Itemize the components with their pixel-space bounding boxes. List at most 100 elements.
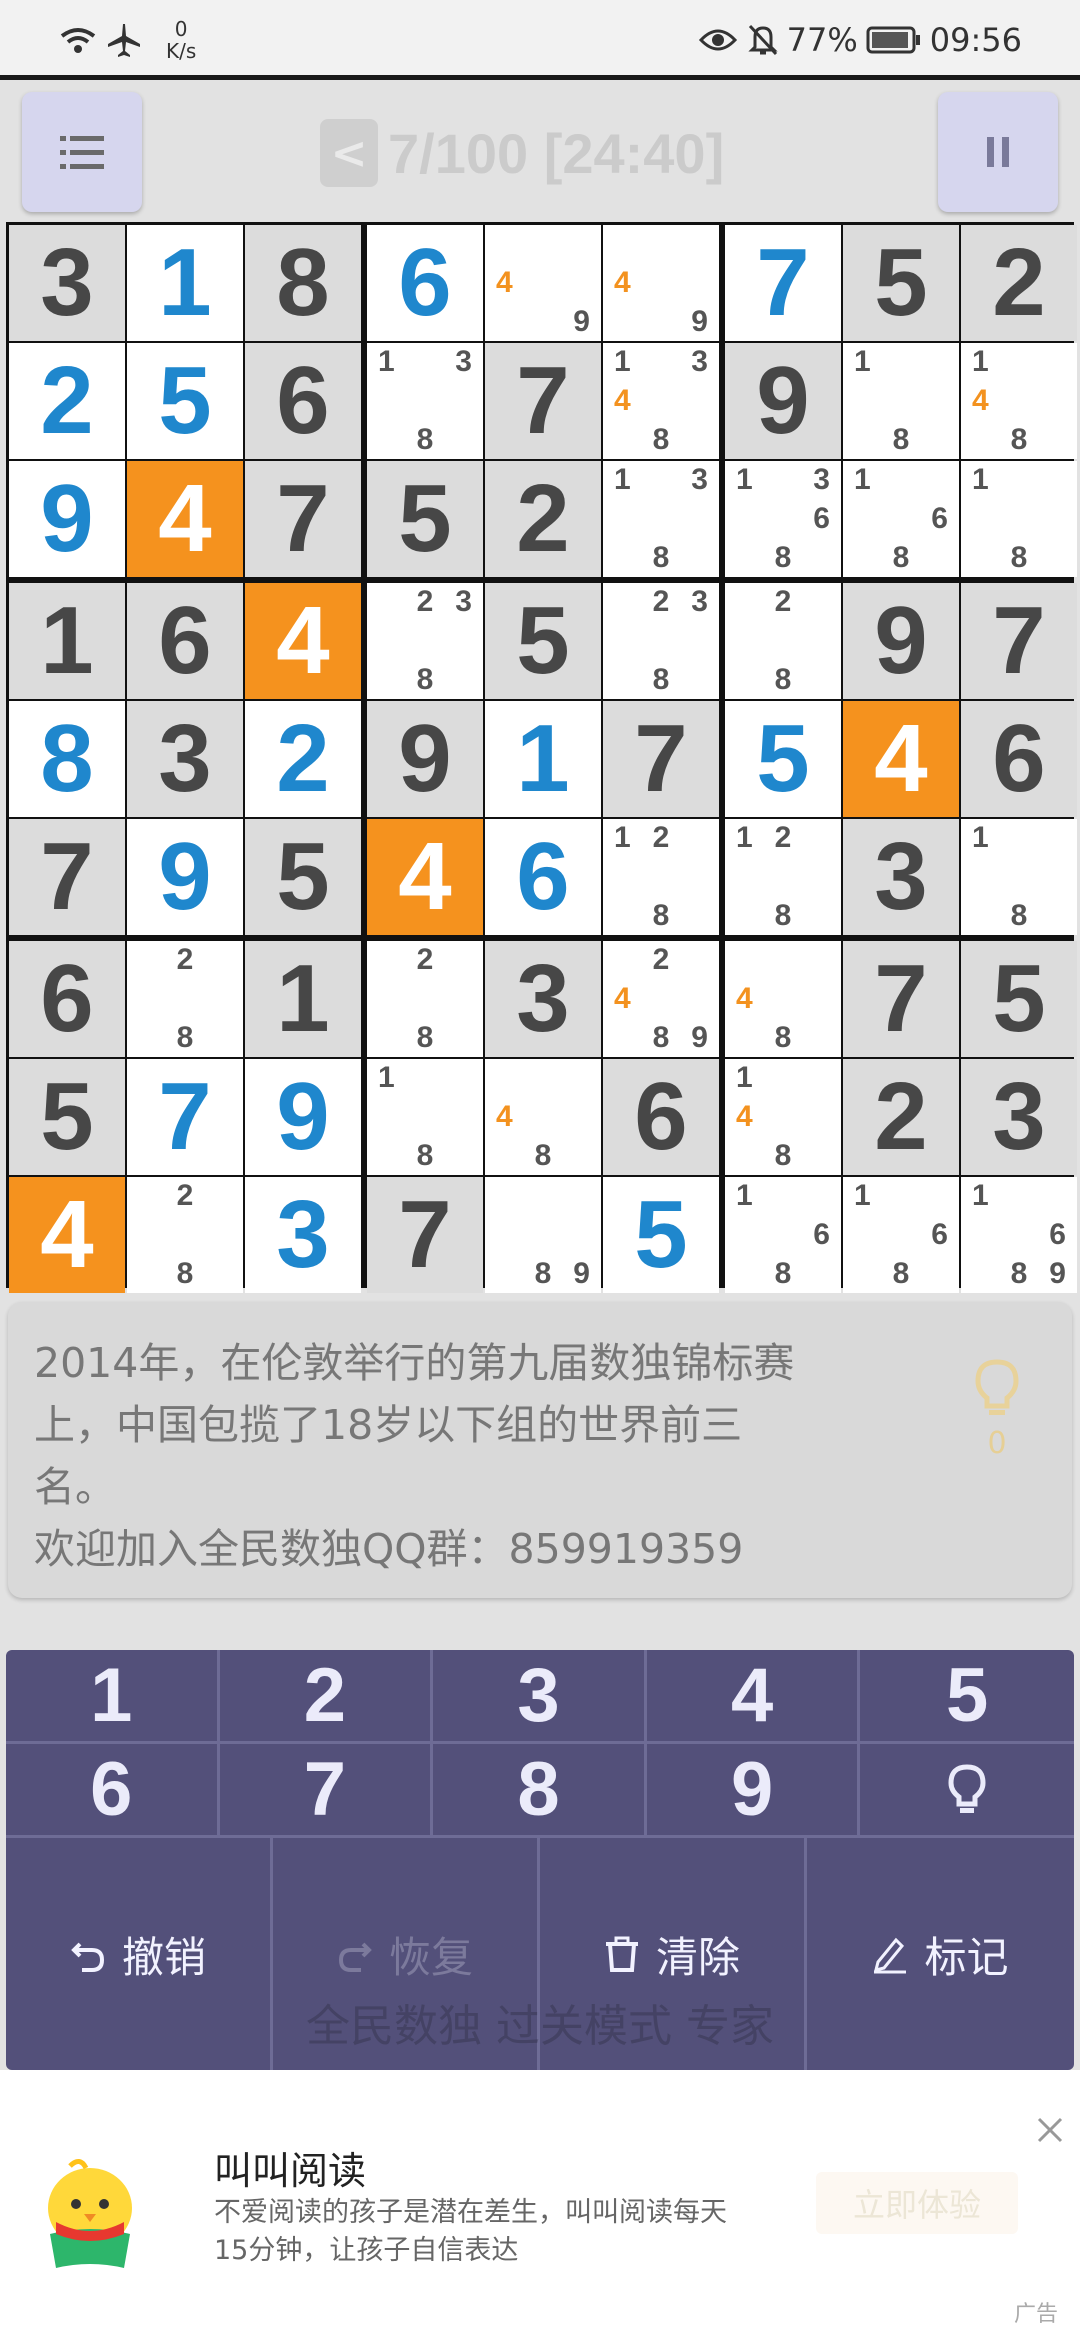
sudoku-cell-given[interactable]: 7 xyxy=(485,343,601,459)
sudoku-cell-notes[interactable]: 12 8 xyxy=(603,819,719,935)
sudoku-cell-given[interactable]: 5 xyxy=(367,461,483,577)
sudoku-cell-given[interactable]: 3 xyxy=(485,941,601,1057)
sudoku-cell-filled[interactable]: 2 xyxy=(245,701,361,817)
sudoku-cell-notes[interactable]: 1689 xyxy=(961,1177,1077,1293)
keypad-digit-4[interactable]: 4 xyxy=(646,1650,861,1744)
sudoku-cell-notes[interactable]: 23 8 xyxy=(367,583,483,699)
sudoku-cell-given[interactable]: 6 xyxy=(127,583,243,699)
menu-button[interactable] xyxy=(22,92,142,212)
sudoku-cell-notes[interactable]: 1 3 68 xyxy=(725,461,841,577)
sudoku-cell-notes[interactable]: 1 68 xyxy=(725,1177,841,1293)
sudoku-cell-notes[interactable]: 2489 xyxy=(603,941,719,1057)
keypad-digit-7[interactable]: 7 xyxy=(219,1744,434,1838)
sudoku-cell-filled[interactable]: 5 xyxy=(603,1177,719,1293)
redo-button[interactable]: 恢复 xyxy=(273,1838,540,2070)
sudoku-cell-highlighted[interactable]: 4 xyxy=(9,1177,125,1293)
keypad-hint-button[interactable] xyxy=(860,1744,1074,1838)
close-icon[interactable] xyxy=(1036,2116,1064,2144)
keypad-digit-8[interactable]: 8 xyxy=(433,1744,647,1838)
sudoku-cell-filled[interactable]: 1 xyxy=(127,225,243,341)
sudoku-cell-notes[interactable]: 49 xyxy=(485,225,601,341)
keypad-digit-6[interactable]: 6 xyxy=(6,1744,220,1838)
keypad-digit-2[interactable]: 2 xyxy=(219,1650,434,1744)
sudoku-cell-given[interactable]: 2 xyxy=(961,225,1077,341)
sudoku-cell-given[interactable]: 6 xyxy=(9,941,125,1057)
sudoku-cell-given[interactable]: 5 xyxy=(485,583,601,699)
sudoku-cell-notes[interactable]: 48 xyxy=(725,941,841,1057)
sudoku-cell-filled[interactable]: 7 xyxy=(725,225,841,341)
sudoku-cell-filled[interactable]: 5 xyxy=(127,343,243,459)
mark-button[interactable]: 标记 xyxy=(807,1838,1074,2070)
sudoku-cell-notes[interactable]: 12 8 xyxy=(725,819,841,935)
sudoku-cell-notes[interactable]: 89 xyxy=(485,1177,601,1293)
hint-button[interactable]: 0 xyxy=(952,1358,1042,1461)
sudoku-cell-notes[interactable]: 28 xyxy=(725,583,841,699)
sudoku-cell-given[interactable]: 7 xyxy=(603,701,719,817)
sudoku-cell-notes[interactable]: 18 xyxy=(367,1059,483,1175)
undo-button[interactable]: 撤销 xyxy=(6,1838,273,2070)
sudoku-cell-notes[interactable]: 1 3 8 xyxy=(367,343,483,459)
sudoku-cell-given[interactable]: 7 xyxy=(367,1177,483,1293)
sudoku-cell-highlighted[interactable]: 4 xyxy=(367,819,483,935)
sudoku-cell-notes[interactable]: 49 xyxy=(603,225,719,341)
sudoku-cell-notes[interactable]: 18 xyxy=(961,461,1077,577)
keypad-digit-5[interactable]: 5 xyxy=(860,1650,1074,1744)
sudoku-cell-notes[interactable]: 1 68 xyxy=(843,461,959,577)
clear-button[interactable]: 清除 xyxy=(540,1838,807,2070)
sudoku-cell-given[interactable]: 7 xyxy=(245,461,361,577)
sudoku-cell-filled[interactable]: 6 xyxy=(485,819,601,935)
sudoku-cell-filled[interactable]: 9 xyxy=(9,461,125,577)
pause-button[interactable] xyxy=(938,92,1058,212)
sudoku-cell-given[interactable]: 6 xyxy=(245,343,361,459)
sudoku-cell-given[interactable]: 3 xyxy=(9,225,125,341)
sudoku-cell-filled[interactable]: 6 xyxy=(367,225,483,341)
sudoku-cell-filled[interactable]: 3 xyxy=(245,1177,361,1293)
sudoku-cell-notes[interactable]: 1 48 xyxy=(961,343,1077,459)
sudoku-cell-given[interactable]: 6 xyxy=(603,1059,719,1175)
sudoku-cell-filled[interactable]: 8 xyxy=(9,701,125,817)
sudoku-cell-highlighted[interactable]: 4 xyxy=(843,701,959,817)
sudoku-cell-notes[interactable]: 28 xyxy=(127,941,243,1057)
sudoku-cell-given[interactable]: 3 xyxy=(127,701,243,817)
sudoku-cell-notes[interactable]: 1 3 48 xyxy=(603,343,719,459)
sudoku-cell-filled[interactable]: 5 xyxy=(725,701,841,817)
sudoku-cell-given[interactable]: 5 xyxy=(843,225,959,341)
sudoku-cell-filled[interactable]: 1 xyxy=(485,701,601,817)
sudoku-cell-notes[interactable]: 1 68 xyxy=(843,1177,959,1293)
sudoku-cell-highlighted[interactable]: 4 xyxy=(127,461,243,577)
sudoku-cell-given[interactable]: 9 xyxy=(367,701,483,817)
sudoku-cell-given[interactable]: 6 xyxy=(961,701,1077,817)
sudoku-cell-notes[interactable]: 48 xyxy=(485,1059,601,1175)
keypad-digit-1[interactable]: 1 xyxy=(6,1650,220,1744)
sudoku-cell-given[interactable]: 7 xyxy=(843,941,959,1057)
sudoku-cell-given[interactable]: 3 xyxy=(843,819,959,935)
sudoku-cell-notes[interactable]: 28 xyxy=(367,941,483,1057)
sudoku-cell-filled[interactable]: 7 xyxy=(127,1059,243,1175)
sudoku-cell-filled[interactable]: 9 xyxy=(245,1059,361,1175)
keypad-digit-9[interactable]: 9 xyxy=(646,1744,861,1838)
sudoku-cell-given[interactable]: 7 xyxy=(9,819,125,935)
sudoku-cell-notes[interactable]: 1 48 xyxy=(725,1059,841,1175)
sudoku-cell-notes[interactable]: 23 8 xyxy=(603,583,719,699)
keypad-digit-3[interactable]: 3 xyxy=(433,1650,647,1744)
ad-banner[interactable]: 叫叫阅读 不爱阅读的孩子是潜在差生，叫叫阅读每天 15分钟，让孩子自信表达 立即… xyxy=(0,2070,1080,2340)
sudoku-cell-notes[interactable]: 28 xyxy=(127,1177,243,1293)
sudoku-cell-given[interactable]: 9 xyxy=(843,583,959,699)
sudoku-cell-notes[interactable]: 1 3 8 xyxy=(603,461,719,577)
sudoku-cell-notes[interactable]: 18 xyxy=(961,819,1077,935)
sudoku-cell-highlighted[interactable]: 4 xyxy=(245,583,361,699)
back-button[interactable]: < xyxy=(320,119,378,187)
sudoku-cell-filled[interactable]: 2 xyxy=(9,343,125,459)
sudoku-cell-given[interactable]: 7 xyxy=(961,583,1077,699)
sudoku-cell-given[interactable]: 5 xyxy=(961,941,1077,1057)
sudoku-cell-given[interactable]: 2 xyxy=(485,461,601,577)
sudoku-cell-given[interactable]: 5 xyxy=(9,1059,125,1175)
sudoku-cell-given[interactable]: 1 xyxy=(9,583,125,699)
sudoku-cell-given[interactable]: 9 xyxy=(725,343,841,459)
sudoku-cell-given[interactable]: 8 xyxy=(245,225,361,341)
sudoku-cell-filled[interactable]: 9 xyxy=(127,819,243,935)
ad-cta-button[interactable]: 立即体验 xyxy=(816,2172,1018,2234)
sudoku-cell-notes[interactable]: 18 xyxy=(843,343,959,459)
sudoku-cell-given[interactable]: 5 xyxy=(245,819,361,935)
sudoku-cell-given[interactable]: 2 xyxy=(843,1059,959,1175)
